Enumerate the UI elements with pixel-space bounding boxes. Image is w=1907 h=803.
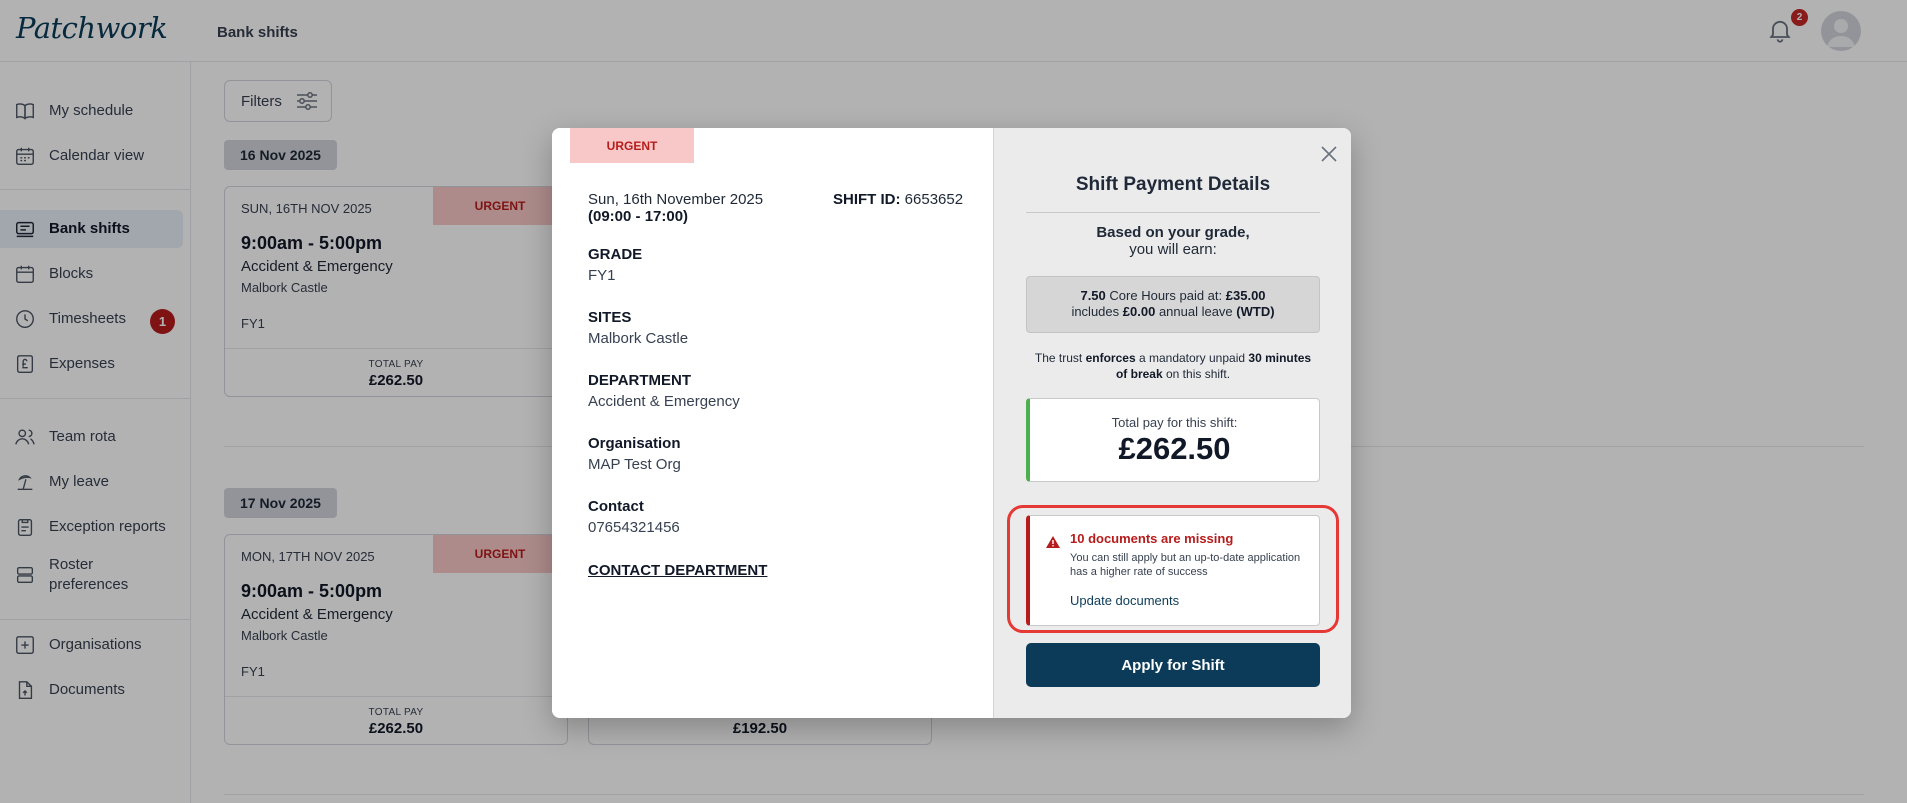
shift-id-value: 6653652 — [904, 191, 964, 208]
payment-details-panel: Shift Payment Details Based on your grad… — [993, 128, 1351, 718]
sites-value: Malbork Castle — [588, 330, 689, 347]
urgent-badge: URGENT — [570, 128, 694, 163]
missing-documents-title: 10 documents are missing — [1070, 531, 1234, 546]
organisation-label: Organisation — [588, 435, 681, 452]
break-enforces: enforces — [1085, 351, 1136, 365]
payment-subtitle-bold: Based on your grade, — [1096, 224, 1250, 241]
apply-for-shift-button[interactable]: Apply for Shift — [1026, 643, 1320, 687]
break-pre: The trust — [1034, 351, 1083, 365]
annual-leave-text: annual leave — [1158, 304, 1233, 319]
close-icon[interactable] — [1317, 142, 1341, 166]
total-pay-box: Total pay for this shift: £262.50 — [1026, 398, 1320, 482]
organisation-value: MAP Test Org — [588, 456, 681, 473]
hourly-rate: £35.00 — [1225, 288, 1266, 303]
shift-date: Sun, 16th November 2025 — [588, 191, 764, 208]
break-post: on this shift. — [1166, 367, 1231, 381]
payment-divider — [1026, 212, 1320, 213]
shift-details-modal: URGENT Sun, 16th November 2025 (09:00 - … — [552, 128, 1351, 718]
payment-subtitle: you will earn: — [1129, 241, 1217, 258]
warning-icon — [1046, 536, 1060, 548]
missing-documents-description: You can still apply but an up-to-date ap… — [1070, 552, 1301, 578]
break-notice: The trust enforces a mandatory unpaid 30… — [1034, 350, 1312, 382]
sites-label: SITES — [588, 309, 632, 326]
includes-text: includes — [1071, 304, 1120, 319]
total-pay-amount: £262.50 — [1118, 431, 1231, 466]
grade-label: GRADE — [588, 246, 643, 263]
shift-id: SHIFT ID: 6653652 — [833, 191, 963, 208]
break-mid: a mandatory unpaid — [1138, 351, 1246, 365]
department-label: DEPARTMENT — [588, 372, 692, 389]
annual-leave-line: includes £0.00 annual leave (WTD) — [1027, 304, 1319, 320]
missing-documents-alert: 10 documents are missing You can still a… — [1026, 515, 1320, 626]
grade-value: FY1 — [588, 267, 616, 284]
total-pay-label: Total pay for this shift: — [1111, 415, 1238, 430]
shift-info-panel: URGENT Sun, 16th November 2025 (09:00 - … — [552, 128, 993, 718]
wtd-tag: (WTD) — [1236, 304, 1275, 319]
annual-leave-amount: £0.00 — [1122, 304, 1156, 319]
core-hours-text: Core Hours paid at: — [1109, 288, 1223, 303]
contact-value: 07654321456 — [588, 519, 680, 536]
department-value: Accident & Emergency — [588, 393, 740, 410]
payment-title: Shift Payment Details — [1075, 174, 1271, 195]
update-documents-link[interactable]: Update documents — [1070, 593, 1179, 608]
core-hours-line: 7.50 Core Hours paid at: £35.00 — [1027, 288, 1319, 304]
core-hours-value: 7.50 — [1080, 288, 1106, 303]
shift-id-label: SHIFT ID: — [833, 191, 901, 208]
contact-label: Contact — [588, 498, 644, 515]
shift-time: (09:00 - 17:00) — [588, 208, 689, 225]
contact-department-link[interactable]: CONTACT DEPARTMENT — [588, 562, 767, 579]
core-hours-box: 7.50 Core Hours paid at: £35.00 includes… — [1026, 276, 1320, 333]
